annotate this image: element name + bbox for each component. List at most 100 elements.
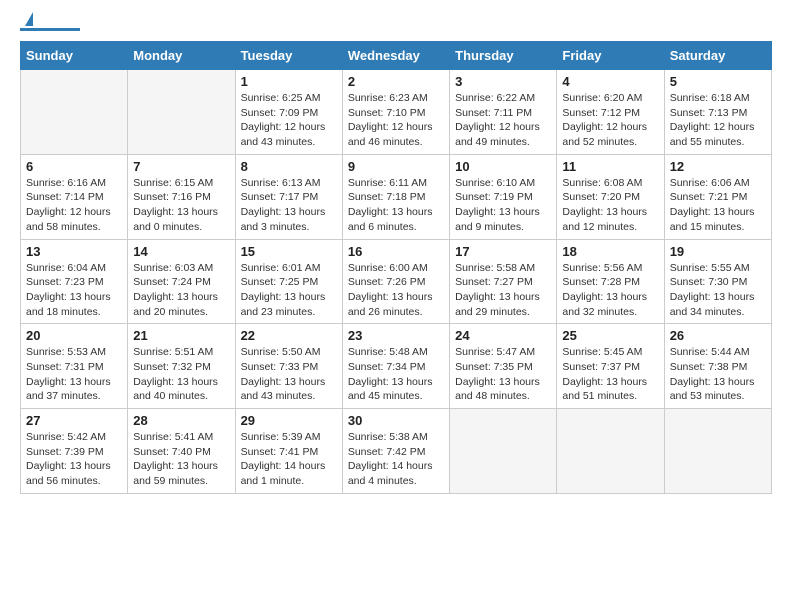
calendar-cell: 22 Sunrise: 5:50 AMSunset: 7:33 PMDayligh… bbox=[235, 324, 342, 409]
day-info: Sunrise: 6:20 AMSunset: 7:12 PMDaylight:… bbox=[562, 91, 658, 150]
day-info: Sunrise: 6:16 AMSunset: 7:14 PMDaylight:… bbox=[26, 176, 122, 235]
day-number: 26 bbox=[670, 328, 766, 343]
calendar-cell: 28 Sunrise: 5:41 AMSunset: 7:40 PMDayligh… bbox=[128, 409, 235, 494]
calendar-cell bbox=[128, 70, 235, 155]
calendar-cell: 19 Sunrise: 5:55 AMSunset: 7:30 PMDayligh… bbox=[664, 239, 771, 324]
calendar-cell: 26 Sunrise: 5:44 AMSunset: 7:38 PMDayligh… bbox=[664, 324, 771, 409]
day-info: Sunrise: 6:23 AMSunset: 7:10 PMDaylight:… bbox=[348, 91, 444, 150]
day-number: 6 bbox=[26, 159, 122, 174]
calendar-week-1: 1 Sunrise: 6:25 AMSunset: 7:09 PMDaylight… bbox=[21, 70, 772, 155]
day-number: 4 bbox=[562, 74, 658, 89]
calendar-cell: 12 Sunrise: 6:06 AMSunset: 7:21 PMDayligh… bbox=[664, 154, 771, 239]
day-number: 17 bbox=[455, 244, 551, 259]
logo-underline bbox=[20, 28, 80, 31]
day-info: Sunrise: 6:22 AMSunset: 7:11 PMDaylight:… bbox=[455, 91, 551, 150]
day-info: Sunrise: 6:04 AMSunset: 7:23 PMDaylight:… bbox=[26, 261, 122, 320]
calendar-cell bbox=[557, 409, 664, 494]
day-info: Sunrise: 5:51 AMSunset: 7:32 PMDaylight:… bbox=[133, 345, 229, 404]
day-number: 12 bbox=[670, 159, 766, 174]
day-info: Sunrise: 5:56 AMSunset: 7:28 PMDaylight:… bbox=[562, 261, 658, 320]
logo bbox=[20, 20, 80, 31]
day-number: 9 bbox=[348, 159, 444, 174]
day-number: 2 bbox=[348, 74, 444, 89]
day-number: 30 bbox=[348, 413, 444, 428]
day-number: 5 bbox=[670, 74, 766, 89]
weekday-header-monday: Monday bbox=[128, 42, 235, 70]
weekday-header-thursday: Thursday bbox=[450, 42, 557, 70]
day-number: 19 bbox=[670, 244, 766, 259]
day-info: Sunrise: 6:03 AMSunset: 7:24 PMDaylight:… bbox=[133, 261, 229, 320]
calendar-cell: 18 Sunrise: 5:56 AMSunset: 7:28 PMDayligh… bbox=[557, 239, 664, 324]
day-info: Sunrise: 5:53 AMSunset: 7:31 PMDaylight:… bbox=[26, 345, 122, 404]
day-info: Sunrise: 5:41 AMSunset: 7:40 PMDaylight:… bbox=[133, 430, 229, 489]
calendar-cell: 24Sunrise: 5:47 AMSunset: 7:35 PMDayligh… bbox=[450, 324, 557, 409]
day-info: Sunrise: 6:06 AMSunset: 7:21 PMDaylight:… bbox=[670, 176, 766, 235]
calendar-week-3: 13 Sunrise: 6:04 AMSunset: 7:23 PMDayligh… bbox=[21, 239, 772, 324]
calendar-cell: 15Sunrise: 6:01 AMSunset: 7:25 PMDayligh… bbox=[235, 239, 342, 324]
calendar-cell bbox=[21, 70, 128, 155]
calendar-cell: 3 Sunrise: 6:22 AMSunset: 7:11 PMDaylight… bbox=[450, 70, 557, 155]
calendar-week-4: 20 Sunrise: 5:53 AMSunset: 7:31 PMDayligh… bbox=[21, 324, 772, 409]
day-number: 20 bbox=[26, 328, 122, 343]
day-number: 24 bbox=[455, 328, 551, 343]
day-info: Sunrise: 6:00 AMSunset: 7:26 PMDaylight:… bbox=[348, 261, 444, 320]
day-info: Sunrise: 5:58 AMSunset: 7:27 PMDaylight:… bbox=[455, 261, 551, 320]
day-info: Sunrise: 6:18 AMSunset: 7:13 PMDaylight:… bbox=[670, 91, 766, 150]
day-info: Sunrise: 5:50 AMSunset: 7:33 PMDaylight:… bbox=[241, 345, 337, 404]
weekday-header-sunday: Sunday bbox=[21, 42, 128, 70]
calendar-cell: 23 Sunrise: 5:48 AMSunset: 7:34 PMDayligh… bbox=[342, 324, 449, 409]
day-info: Sunrise: 5:44 AMSunset: 7:38 PMDaylight:… bbox=[670, 345, 766, 404]
day-number: 22 bbox=[241, 328, 337, 343]
day-number: 25 bbox=[562, 328, 658, 343]
calendar-cell bbox=[450, 409, 557, 494]
calendar-cell: 5 Sunrise: 6:18 AMSunset: 7:13 PMDaylight… bbox=[664, 70, 771, 155]
day-number: 14 bbox=[133, 244, 229, 259]
day-number: 3 bbox=[455, 74, 551, 89]
calendar-cell: 30 Sunrise: 5:38 AMSunset: 7:42 PMDayligh… bbox=[342, 409, 449, 494]
calendar-cell: 25 Sunrise: 5:45 AMSunset: 7:37 PMDayligh… bbox=[557, 324, 664, 409]
day-number: 27 bbox=[26, 413, 122, 428]
day-number: 28 bbox=[133, 413, 229, 428]
day-info: Sunrise: 6:15 AMSunset: 7:16 PMDaylight:… bbox=[133, 176, 229, 235]
day-number: 16 bbox=[348, 244, 444, 259]
day-number: 13 bbox=[26, 244, 122, 259]
day-info: Sunrise: 5:55 AMSunset: 7:30 PMDaylight:… bbox=[670, 261, 766, 320]
day-number: 7 bbox=[133, 159, 229, 174]
day-info: Sunrise: 6:10 AMSunset: 7:19 PMDaylight:… bbox=[455, 176, 551, 235]
day-info: Sunrise: 5:45 AMSunset: 7:37 PMDaylight:… bbox=[562, 345, 658, 404]
weekday-header-tuesday: Tuesday bbox=[235, 42, 342, 70]
day-number: 21 bbox=[133, 328, 229, 343]
calendar-cell: 21 Sunrise: 5:51 AMSunset: 7:32 PMDayligh… bbox=[128, 324, 235, 409]
day-info: Sunrise: 6:13 AMSunset: 7:17 PMDaylight:… bbox=[241, 176, 337, 235]
calendar-cell: 29Sunrise: 5:39 AMSunset: 7:41 PMDayligh… bbox=[235, 409, 342, 494]
day-info: Sunrise: 6:01 AMSunset: 7:25 PMDaylight:… bbox=[241, 261, 337, 320]
calendar-cell: 10Sunrise: 6:10 AMSunset: 7:19 PMDayligh… bbox=[450, 154, 557, 239]
calendar-cell: 16 Sunrise: 6:00 AMSunset: 7:26 PMDayligh… bbox=[342, 239, 449, 324]
day-number: 11 bbox=[562, 159, 658, 174]
calendar-cell: 2 Sunrise: 6:23 AMSunset: 7:10 PMDaylight… bbox=[342, 70, 449, 155]
day-number: 1 bbox=[241, 74, 337, 89]
calendar-cell: 1 Sunrise: 6:25 AMSunset: 7:09 PMDaylight… bbox=[235, 70, 342, 155]
calendar-week-2: 6 Sunrise: 6:16 AMSunset: 7:14 PMDaylight… bbox=[21, 154, 772, 239]
calendar-cell: 4 Sunrise: 6:20 AMSunset: 7:12 PMDaylight… bbox=[557, 70, 664, 155]
day-info: Sunrise: 5:39 AMSunset: 7:41 PMDaylight:… bbox=[241, 430, 337, 489]
day-info: Sunrise: 6:25 AMSunset: 7:09 PMDaylight:… bbox=[241, 91, 337, 150]
day-number: 23 bbox=[348, 328, 444, 343]
weekday-header-friday: Friday bbox=[557, 42, 664, 70]
day-info: Sunrise: 6:11 AMSunset: 7:18 PMDaylight:… bbox=[348, 176, 444, 235]
day-number: 18 bbox=[562, 244, 658, 259]
day-info: Sunrise: 5:48 AMSunset: 7:34 PMDaylight:… bbox=[348, 345, 444, 404]
weekday-header-row: SundayMondayTuesdayWednesdayThursdayFrid… bbox=[21, 42, 772, 70]
calendar-cell: 7 Sunrise: 6:15 AMSunset: 7:16 PMDaylight… bbox=[128, 154, 235, 239]
day-info: Sunrise: 5:42 AMSunset: 7:39 PMDaylight:… bbox=[26, 430, 122, 489]
day-info: Sunrise: 5:38 AMSunset: 7:42 PMDaylight:… bbox=[348, 430, 444, 489]
weekday-header-wednesday: Wednesday bbox=[342, 42, 449, 70]
calendar-week-5: 27 Sunrise: 5:42 AMSunset: 7:39 PMDayligh… bbox=[21, 409, 772, 494]
calendar-cell: 17 Sunrise: 5:58 AMSunset: 7:27 PMDayligh… bbox=[450, 239, 557, 324]
calendar-cell: 8 Sunrise: 6:13 AMSunset: 7:17 PMDaylight… bbox=[235, 154, 342, 239]
calendar-cell: 13 Sunrise: 6:04 AMSunset: 7:23 PMDayligh… bbox=[21, 239, 128, 324]
page-header bbox=[20, 20, 772, 31]
calendar-table: SundayMondayTuesdayWednesdayThursdayFrid… bbox=[20, 41, 772, 494]
day-info: Sunrise: 6:08 AMSunset: 7:20 PMDaylight:… bbox=[562, 176, 658, 235]
day-number: 8 bbox=[241, 159, 337, 174]
